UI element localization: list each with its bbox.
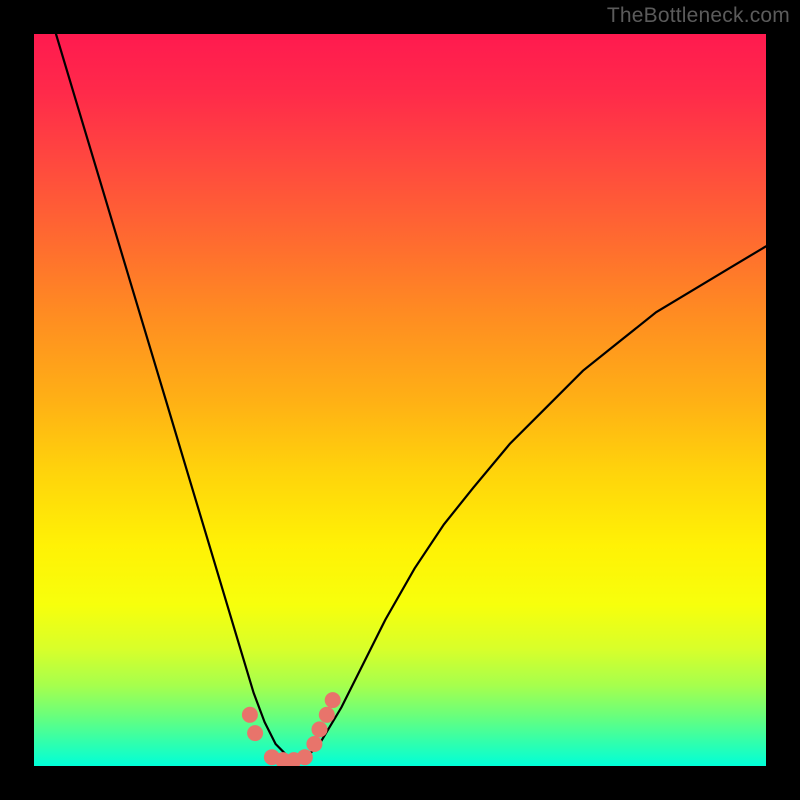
marker-dot [297, 749, 313, 765]
marker-dot [242, 707, 258, 723]
chart-frame: TheBottleneck.com [0, 0, 800, 800]
marker-dot [319, 707, 335, 723]
marker-dot [247, 725, 263, 741]
marker-dot [312, 721, 328, 737]
bottleneck-curve [56, 34, 766, 759]
marker-dot [325, 692, 341, 708]
curve-layer [34, 34, 766, 766]
plot-area [34, 34, 766, 766]
watermark-text: TheBottleneck.com [607, 4, 790, 28]
marker-dot [306, 736, 322, 752]
